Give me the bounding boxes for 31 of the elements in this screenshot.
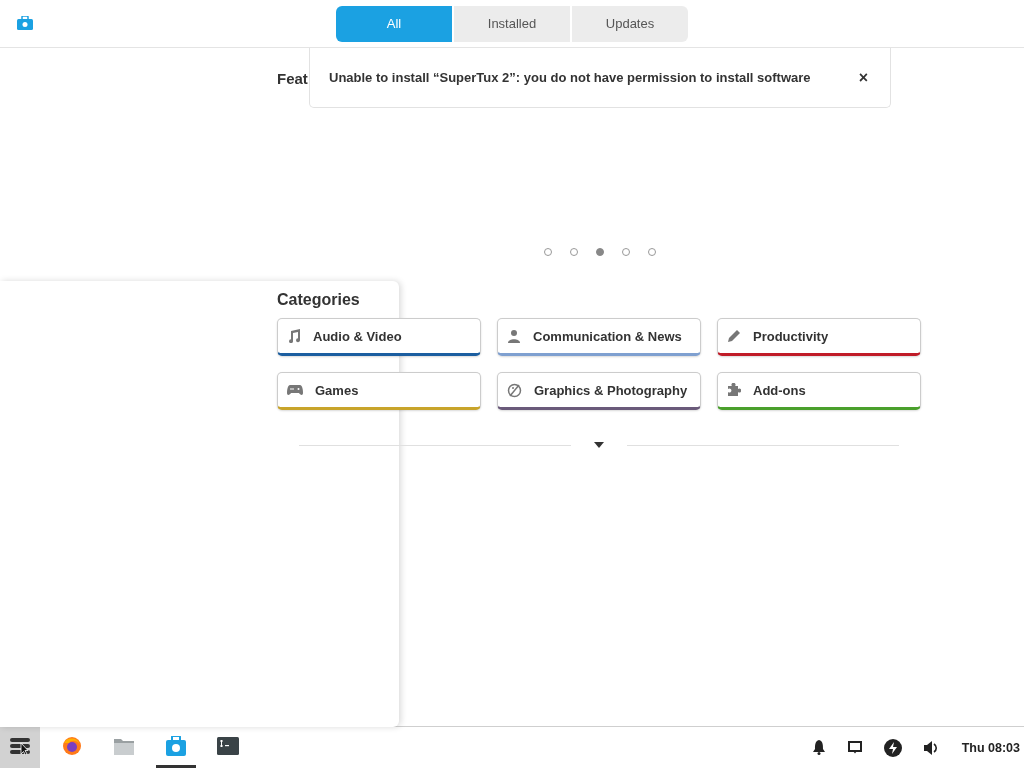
folder-icon xyxy=(114,737,134,755)
pencil-icon xyxy=(727,329,741,343)
tab[interactable]: Installed xyxy=(454,5,570,42)
category-button[interactable]: Productivity xyxy=(717,318,921,356)
shopping-bag-icon xyxy=(17,16,33,30)
category-button[interactable]: Games xyxy=(277,372,481,410)
section-heading: Categories xyxy=(277,290,361,310)
taskbar-button[interactable] xyxy=(0,727,40,768)
category-button[interactable]: Graphics & Photography xyxy=(497,372,701,410)
section-heading: Feat xyxy=(277,69,308,87)
expand-caret-icon[interactable] xyxy=(594,442,604,448)
power-icon[interactable] xyxy=(883,738,902,757)
music-note-icon xyxy=(287,329,301,343)
tab[interactable]: Updates xyxy=(572,5,688,42)
menu-icon xyxy=(9,737,31,755)
category-button[interactable]: Communication & News xyxy=(497,318,701,356)
person-icon xyxy=(507,329,521,343)
browser-globe-icon xyxy=(62,736,82,756)
puzzle-piece-icon xyxy=(727,383,741,397)
category-button[interactable]: Audio & Video xyxy=(277,318,481,356)
volume-icon[interactable] xyxy=(923,740,940,755)
terminal-icon xyxy=(217,737,239,755)
display-icon[interactable] xyxy=(847,741,862,754)
clock[interactable]: Thu 08:03 xyxy=(961,740,1020,755)
category-button[interactable]: Add-ons xyxy=(717,372,921,410)
close-button[interactable]: × xyxy=(854,68,872,87)
gamepad-icon xyxy=(287,384,303,396)
bell-icon[interactable] xyxy=(811,740,826,755)
shopping-bag-icon xyxy=(166,736,186,756)
notification-message: Unable to install “SuperTux 2”: you do not have permission to install software xyxy=(329,70,811,85)
carousel-dot[interactable] xyxy=(596,248,604,256)
